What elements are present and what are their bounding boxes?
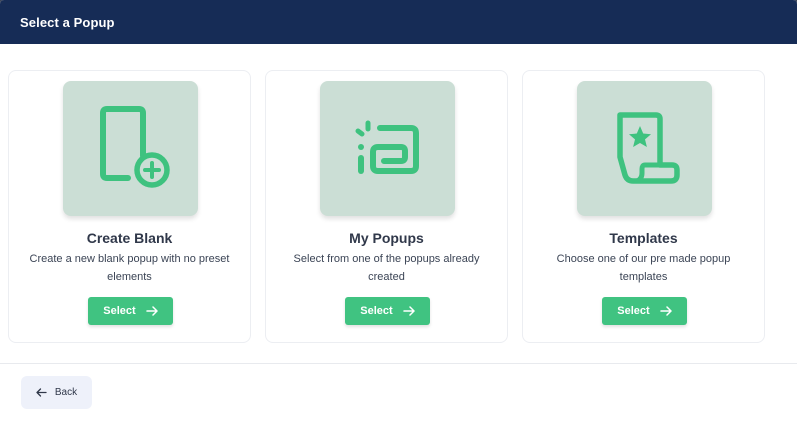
card-icon-tile [63, 81, 198, 216]
arrow-right-icon [659, 306, 672, 316]
select-create-blank-button[interactable]: Select [88, 297, 173, 325]
arrow-right-icon [402, 306, 415, 316]
select-button-label: Select [360, 305, 393, 317]
popup-options: Create Blank Create a new blank popup wi… [8, 70, 768, 345]
card-templates: Templates Choose one of our pre made pop… [522, 70, 765, 343]
card-description: Select from one of the popups already cr… [293, 253, 480, 283]
card-description: Choose one of our pre made popup templat… [556, 253, 731, 283]
card-title: Templates [609, 230, 678, 246]
select-button-label: Select [617, 305, 650, 317]
select-button-label: Select [103, 305, 136, 317]
card-icon-tile [320, 81, 455, 216]
card-create-blank: Create Blank Create a new blank popup wi… [8, 70, 251, 343]
modal-title: Select a Popup [20, 14, 115, 30]
my-popups-icon [355, 120, 419, 174]
card-description: Create a new blank popup with no preset … [29, 253, 230, 283]
select-popup-modal: Select a Popup Create Blank Create a new… [0, 0, 797, 421]
select-templates-button[interactable]: Select [602, 297, 687, 325]
card-title: My Popups [349, 230, 424, 246]
arrow-right-icon [145, 306, 158, 316]
modal-header: Select a Popup [0, 0, 797, 44]
footer-divider [0, 363, 797, 364]
card-my-popups: My Popups Select from one of the popups … [265, 70, 508, 343]
template-scroll-star-icon [616, 111, 680, 184]
card-icon-tile [577, 81, 712, 216]
back-button-label: Back [54, 387, 78, 398]
select-my-popups-button[interactable]: Select [345, 297, 430, 325]
back-button[interactable]: Back [21, 376, 92, 409]
blank-document-plus-icon [99, 105, 170, 188]
card-title: Create Blank [86, 230, 173, 246]
arrow-left-icon [36, 388, 47, 397]
